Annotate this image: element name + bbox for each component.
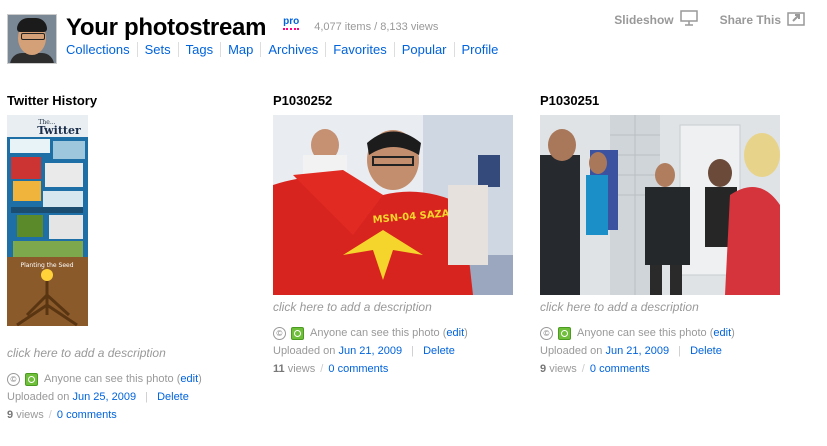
delete-link[interactable]: Delete <box>423 345 455 357</box>
upload-row: Uploaded on Jun 25, 2009 | Delete <box>7 391 189 403</box>
photostream-stats: 4,077 items / 8,133 views <box>314 21 439 33</box>
privacy-text: Anyone can see this photo <box>310 327 440 339</box>
delete-link[interactable]: Delete <box>690 345 722 357</box>
header-title-row: Your photostream pro 4,077 items / 8,133… <box>66 12 438 42</box>
add-description-link[interactable]: click here to add a description <box>273 300 513 314</box>
privacy-text: Anyone can see this photo <box>44 373 174 385</box>
upload-row: Uploaded on Jun 21, 2009 | Delete <box>273 345 455 357</box>
photostream-nav: Collections Sets Tags Map Archives Favor… <box>66 42 505 57</box>
public-icon <box>25 372 38 386</box>
views-suffix: views <box>549 363 577 375</box>
share-icon <box>787 10 807 29</box>
nav-tags[interactable]: Tags <box>177 42 220 57</box>
header-actions: Slideshow Share This <box>614 10 807 29</box>
privacy-text: Anyone can see this photo <box>577 327 707 339</box>
nav-archives[interactable]: Archives <box>260 42 325 57</box>
copyright-icon: © <box>273 326 286 340</box>
privacy-row: © Anyone can see this photo (edit) <box>7 372 202 386</box>
photo-title[interactable]: P1030251 <box>540 93 780 109</box>
views-suffix: views <box>16 409 44 421</box>
add-description-link[interactable]: click here to add a description <box>7 346 202 360</box>
views-row: 9 views / 0 comments <box>540 363 650 375</box>
nav-collections[interactable]: Collections <box>66 42 137 57</box>
views-row: 11 views / 0 comments <box>273 363 389 375</box>
upload-date-link[interactable]: Jun 21, 2009 <box>338 345 402 357</box>
views-count: 11 <box>273 363 285 375</box>
upload-date-link[interactable]: Jun 21, 2009 <box>605 345 669 357</box>
pro-badge[interactable]: pro <box>283 16 300 30</box>
edit-privacy-link[interactable]: edit <box>180 372 198 386</box>
upload-date-link[interactable]: Jun 25, 2009 <box>72 391 136 403</box>
comments-link[interactable]: 0 comments <box>590 363 650 375</box>
photo-thumbnail-p1030252[interactable]: MSN-04 SAZABI <box>273 115 513 295</box>
svg-text:Twitter: Twitter <box>37 124 81 137</box>
nav-popular[interactable]: Popular <box>393 42 454 57</box>
views-suffix: views <box>287 363 316 375</box>
slideshow-button[interactable]: Slideshow <box>614 10 698 29</box>
share-this-label: Share This <box>719 12 781 27</box>
copyright-icon: © <box>7 372 20 386</box>
photo-title[interactable]: Twitter History <box>7 93 202 109</box>
nav-sets[interactable]: Sets <box>136 42 178 57</box>
nav-map[interactable]: Map <box>220 42 260 57</box>
views-count: 9 <box>540 363 547 375</box>
slideshow-label: Slideshow <box>614 12 674 27</box>
views-row: 9 views / 0 comments <box>7 409 117 421</box>
edit-privacy-link[interactable]: edit <box>713 326 731 340</box>
add-description-link[interactable]: click here to add a description <box>540 300 780 314</box>
page-title: Your photostream <box>66 14 267 41</box>
photo-item: P1030252 MSN-04 SAZABI click here to add… <box>273 93 513 376</box>
uploaded-prefix: Uploaded on <box>273 345 336 357</box>
avatar[interactable] <box>7 14 57 64</box>
public-icon <box>558 326 571 340</box>
nav-favorites[interactable]: Favorites <box>325 42 393 57</box>
nav-profile[interactable]: Profile <box>453 42 506 57</box>
comments-link[interactable]: 0 comments <box>57 409 117 421</box>
copyright-icon: © <box>540 326 553 340</box>
photo-thumbnail-p1030251[interactable] <box>540 115 780 295</box>
uploaded-prefix: Uploaded on <box>540 345 603 357</box>
photo-title[interactable]: P1030252 <box>273 93 513 109</box>
privacy-row: © Anyone can see this photo (edit) <box>540 326 780 340</box>
share-this-button[interactable]: Share This <box>720 10 807 29</box>
photo-item: P1030251 click here to add a description… <box>540 93 780 376</box>
public-icon <box>291 326 304 340</box>
svg-text:Planting the Seed: Planting the Seed <box>20 262 73 269</box>
slideshow-icon <box>679 10 698 29</box>
edit-privacy-link[interactable]: edit <box>446 326 464 340</box>
photo-thumbnail-twitter-history[interactable]: The... Twitter Planting the Seed <box>7 115 88 326</box>
uploaded-prefix: Uploaded on <box>7 391 70 403</box>
delete-link[interactable]: Delete <box>157 391 189 403</box>
photo-item: Twitter History The... Twitter Planting … <box>7 93 202 422</box>
privacy-row: © Anyone can see this photo (edit) <box>273 326 513 340</box>
views-count: 9 <box>7 409 14 421</box>
comments-link[interactable]: 0 comments <box>328 363 388 375</box>
upload-row: Uploaded on Jun 21, 2009 | Delete <box>540 345 722 357</box>
